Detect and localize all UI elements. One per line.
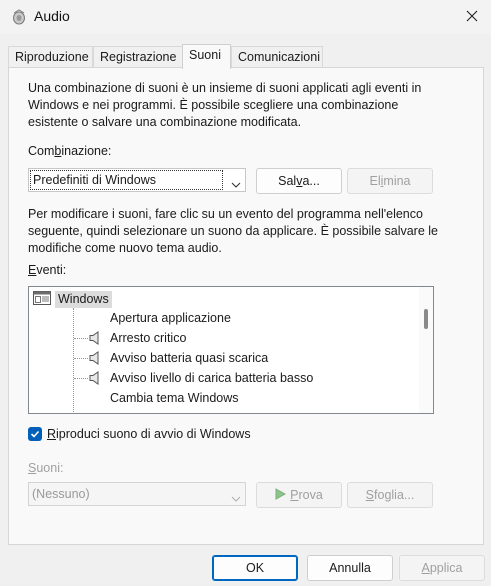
- chevron-down-icon: [231, 175, 241, 188]
- scheme-select[interactable]: Predefiniti di Windows: [28, 168, 246, 192]
- intro-text: Una combinazione di suoni è un insieme d…: [28, 81, 422, 129]
- save-scheme-button[interactable]: Salva...: [256, 168, 342, 194]
- tree-root-windows[interactable]: Windows: [33, 290, 112, 308]
- tab-suoni[interactable]: Suoni: [182, 44, 231, 69]
- speaker-icon: [11, 9, 27, 25]
- apply-button[interactable]: Applica: [399, 555, 485, 581]
- sound-value: (Nessuno): [32, 487, 90, 501]
- test-sound-button[interactable]: Prova: [256, 482, 342, 508]
- play-icon: [275, 484, 287, 508]
- tab-registrazione[interactable]: Registrazione: [93, 46, 183, 68]
- speaker-icon: [89, 371, 101, 385]
- events-list[interactable]: Windows Apertura applicazione Arresto cr…: [28, 286, 434, 414]
- tab-label: Comunicazioni: [238, 50, 320, 64]
- event-label: Apertura applicazione: [110, 311, 231, 325]
- tab-label: Registrazione: [100, 50, 177, 64]
- event-label: Avviso livello di carica batteria basso: [110, 371, 314, 385]
- close-button[interactable]: [454, 2, 490, 32]
- browse-button[interactable]: Sfoglia...: [347, 482, 433, 508]
- tree-connector: [73, 308, 74, 413]
- tree-root-label: Windows: [55, 290, 112, 308]
- events-scrollbar[interactable]: [419, 287, 433, 413]
- help-text: Per modificare i suoni, fare clic su un …: [28, 207, 438, 255]
- ok-button[interactable]: OK: [212, 555, 298, 581]
- window-title: Audio: [34, 8, 70, 24]
- title-bar: Audio: [0, 0, 491, 34]
- speaker-icon: [89, 331, 101, 345]
- scheme-value: Predefiniti di Windows: [30, 170, 223, 190]
- tab-label: Suoni: [189, 48, 221, 62]
- sounds-label: Suoni:: [28, 461, 64, 475]
- cancel-button[interactable]: Annulla: [307, 555, 393, 581]
- tree-connector: [74, 338, 88, 339]
- window-icon: [33, 290, 51, 308]
- check-icon: [30, 430, 40, 438]
- startup-sound-checkbox[interactable]: [28, 427, 42, 441]
- scheme-label: Combinazione:: [28, 144, 112, 158]
- speaker-icon: [89, 351, 101, 365]
- events-label: Eventi:: [28, 263, 67, 277]
- event-label: Avviso batteria quasi scarica: [110, 351, 269, 365]
- chevron-down-icon: [231, 489, 241, 502]
- tree-connector: [74, 378, 88, 379]
- event-label: Arresto critico: [110, 331, 187, 345]
- close-icon: [466, 10, 478, 25]
- delete-scheme-button[interactable]: Elimina: [347, 168, 433, 194]
- tree-connector: [74, 358, 88, 359]
- tab-comunicazioni[interactable]: Comunicazioni: [231, 46, 323, 68]
- event-label: Cambia tema Windows: [110, 391, 239, 405]
- tab-riproduzione[interactable]: Riproduzione: [8, 46, 93, 68]
- startup-sound-option[interactable]: Riproduci suono di avvio di Windows: [28, 427, 251, 441]
- tab-label: Riproduzione: [15, 50, 89, 64]
- scrollbar-thumb[interactable]: [424, 309, 428, 329]
- sound-select[interactable]: (Nessuno): [28, 482, 246, 506]
- startup-sound-label: Riproduci suono di avvio di Windows: [47, 427, 251, 441]
